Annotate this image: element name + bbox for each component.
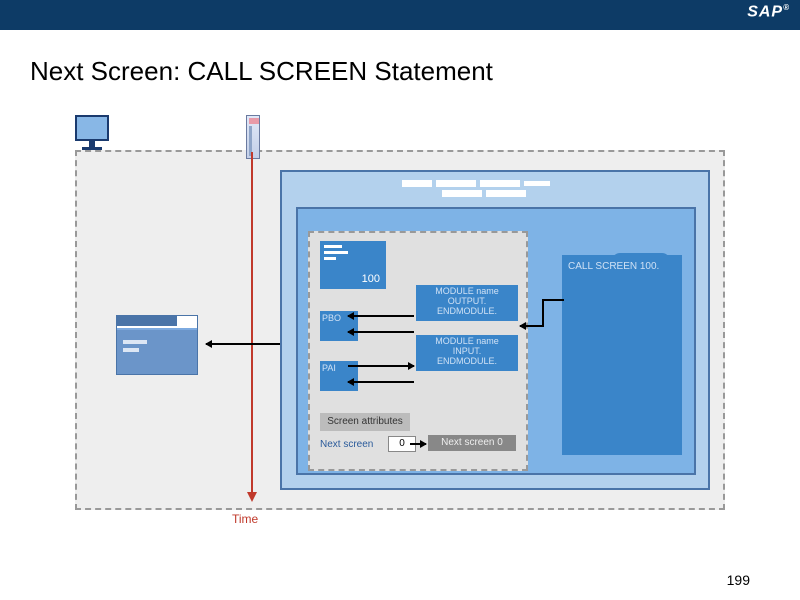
title-bars-icon-2: [442, 190, 526, 197]
nextscreen-arrow: [410, 443, 426, 445]
call-connector-h2: [542, 299, 564, 301]
inner-frame: 100 PBO PAI Screen attributes Next scree…: [296, 207, 696, 475]
screen-attributes-label: Screen attributes: [320, 413, 410, 431]
client-window-icon: [116, 315, 198, 375]
time-label: Time: [232, 512, 258, 526]
title-bars-icon: [402, 180, 550, 187]
monitor-icon: [75, 115, 109, 150]
module-output-box: MODULE name OUTPUT. ENDMODULE.: [416, 285, 518, 321]
call-connector-v: [542, 299, 544, 327]
time-axis-arrow: [251, 152, 253, 500]
pbo-arrow-1: [348, 315, 414, 317]
pai-arrow-2: [348, 381, 414, 383]
module-input-box: MODULE name INPUT. ENDMODULE.: [416, 335, 518, 371]
next-screen-label: Next screen: [320, 439, 373, 450]
server-icon: [246, 115, 260, 159]
call-connector-h1: [520, 325, 542, 327]
divider: [0, 30, 800, 36]
screen-number: 100: [362, 273, 380, 285]
page-title: Next Screen: CALL SCREEN Statement: [30, 56, 800, 87]
pai-arrow-1: [348, 365, 414, 367]
next-screen-0-tag: Next screen 0: [428, 435, 516, 451]
top-bar: SAP®: [0, 0, 800, 30]
sap-logo: SAP®: [747, 3, 790, 21]
app-frame: 100 PBO PAI Screen attributes Next scree…: [280, 170, 710, 490]
pbo-arrow-2: [348, 331, 414, 333]
screen-100-box: 100: [320, 241, 386, 289]
call-screen-box: CALL SCREEN 100.: [562, 255, 682, 455]
page-number: 199: [727, 572, 750, 588]
